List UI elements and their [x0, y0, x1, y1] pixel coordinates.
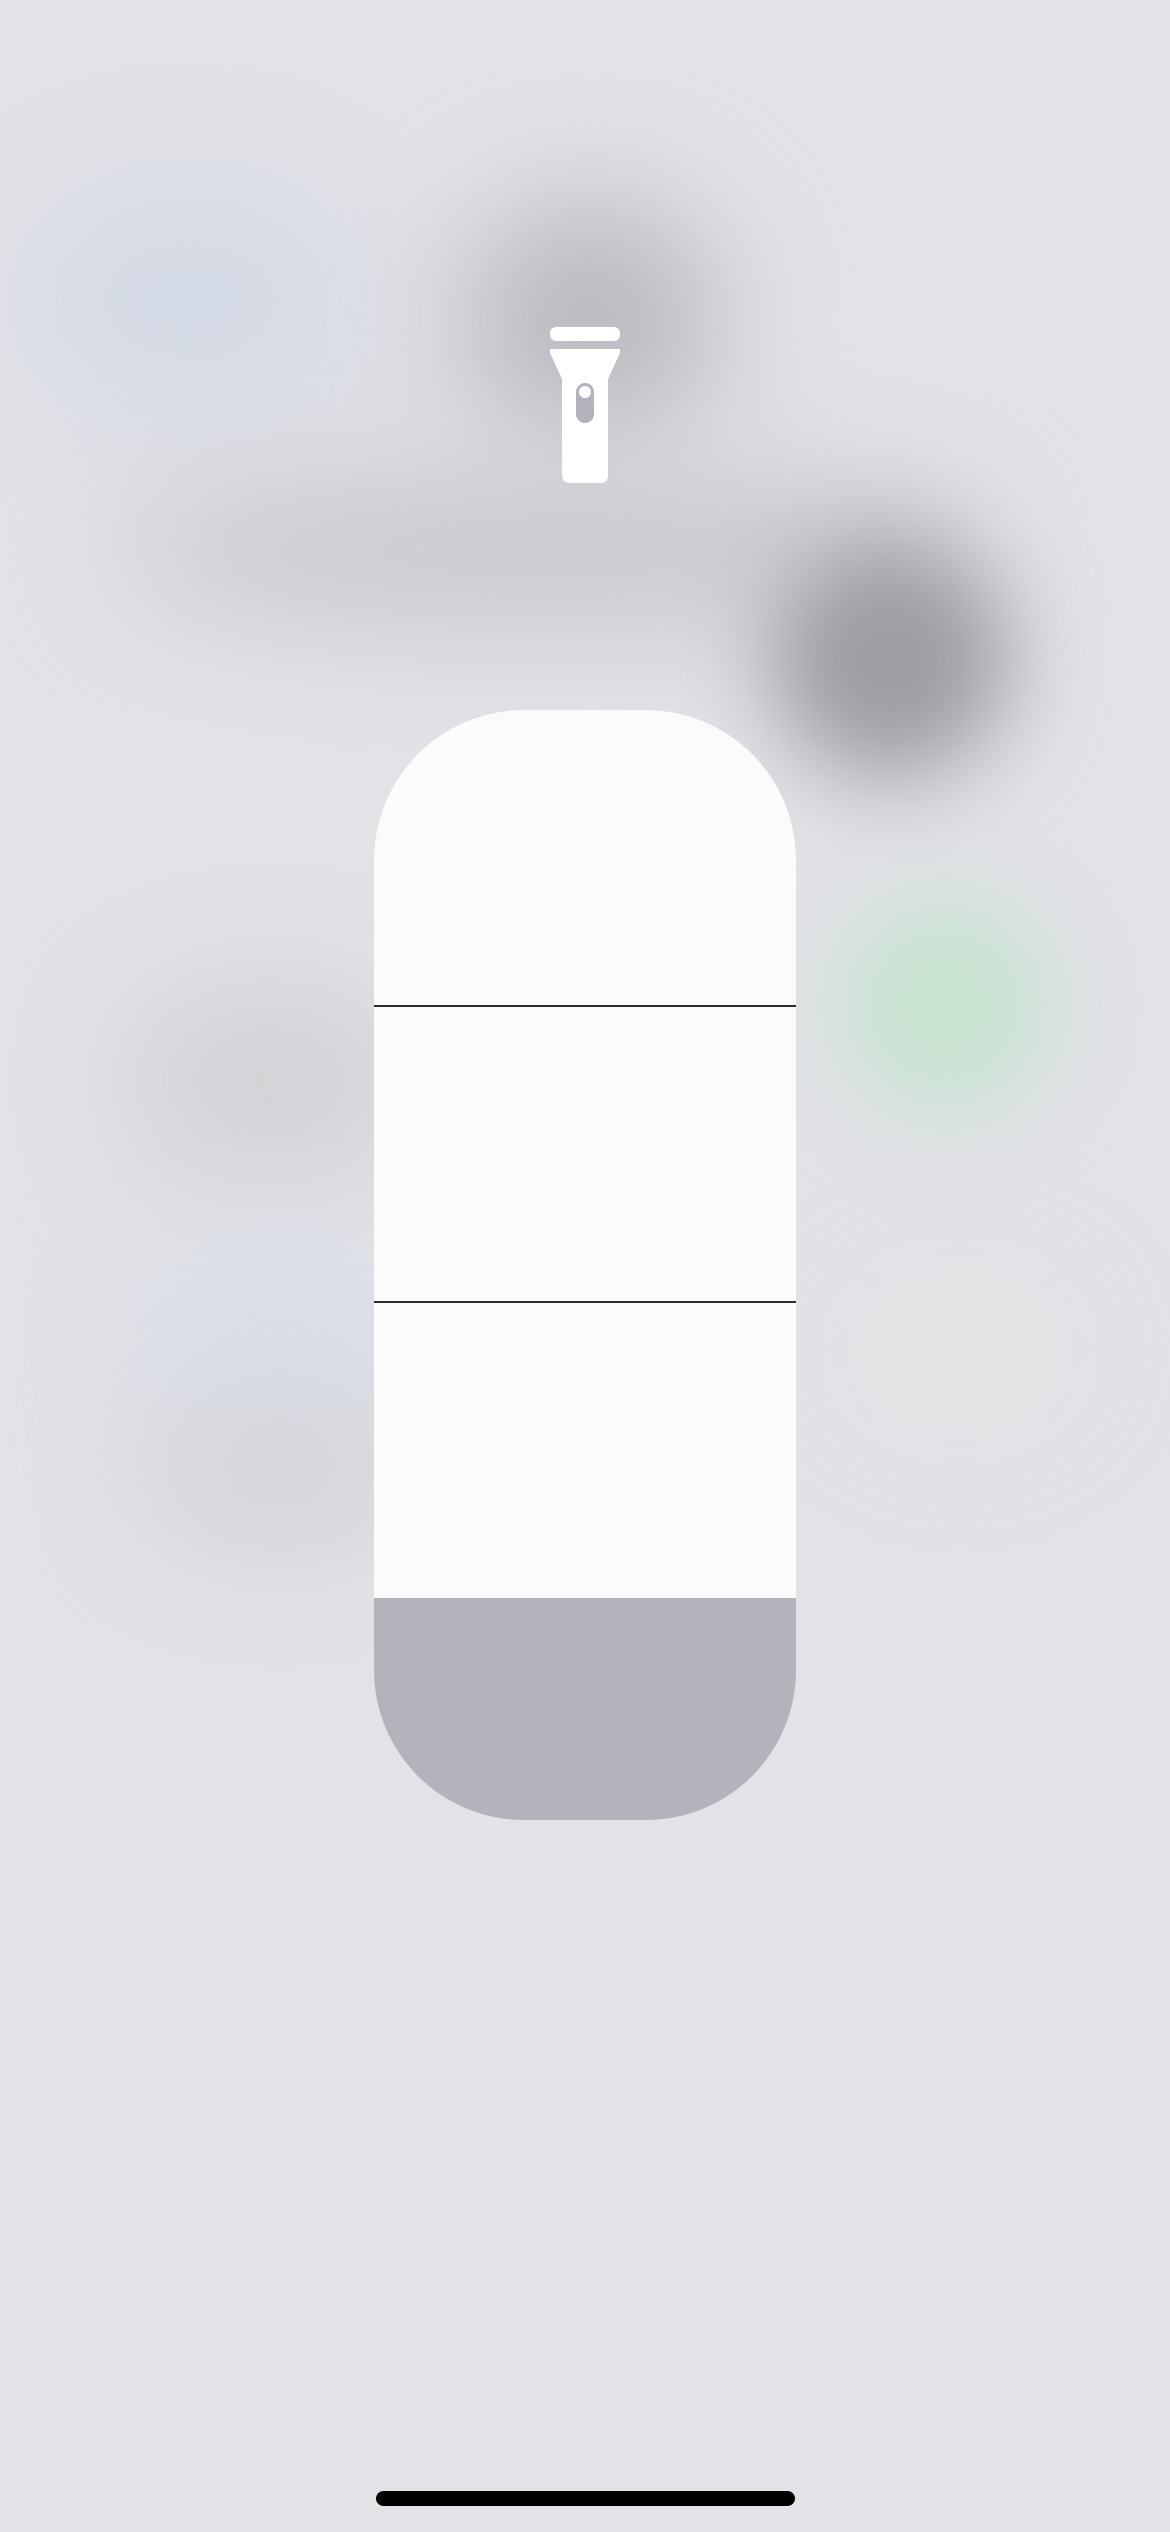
blurred-tile: [830, 1260, 1090, 1440]
brightness-level-divider: [374, 1301, 796, 1303]
blurred-tile: [20, 180, 360, 420]
home-indicator[interactable]: [376, 2491, 795, 2506]
flashlight-brightness-slider[interactable]: [374, 710, 796, 1820]
blurred-tile: [770, 540, 1010, 780]
slider-fill: [374, 710, 796, 1598]
flashlight-icon: [548, 325, 622, 485]
brightness-level-divider: [374, 1005, 796, 1007]
blurred-tile: [840, 900, 1050, 1110]
